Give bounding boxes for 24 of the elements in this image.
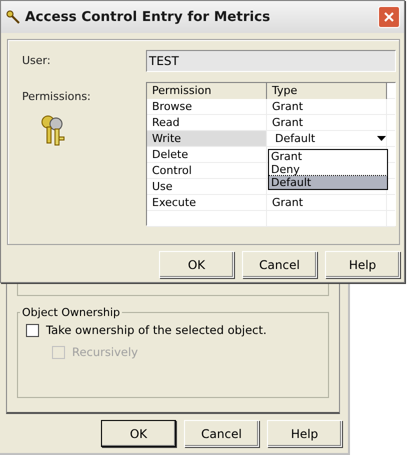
window-title: Access Control Entry for Metrics bbox=[25, 9, 272, 25]
table-cell[interactable]: Browse bbox=[147, 99, 267, 114]
dialog-button[interactable]: OK bbox=[101, 420, 176, 447]
close-icon bbox=[383, 11, 395, 23]
table-cell[interactable]: Write bbox=[147, 131, 267, 146]
column-header[interactable]: Type bbox=[267, 83, 387, 100]
dialog-button[interactable]: Cancel bbox=[184, 420, 259, 447]
table-cell[interactable]: Grant bbox=[267, 99, 387, 114]
caret-icon bbox=[377, 136, 386, 142]
permissions-label: Permissions: bbox=[22, 89, 92, 103]
dialog-button[interactable]: Help bbox=[267, 420, 342, 447]
checkbox-label: Recursively bbox=[72, 345, 138, 359]
user-label: User: bbox=[22, 53, 52, 69]
type-combo[interactable]: Default bbox=[272, 131, 386, 146]
dropdown-option[interactable]: Default bbox=[269, 176, 387, 189]
user-field[interactable]: TEST bbox=[146, 50, 396, 72]
close-button[interactable] bbox=[378, 6, 400, 28]
column-header[interactable]: Permission bbox=[147, 83, 267, 100]
group-title: Object Ownership bbox=[21, 306, 121, 319]
checkbox-label: Take ownership of the selected object. bbox=[46, 323, 267, 337]
dialog-button[interactable]: Help bbox=[325, 251, 400, 278]
dialog-button[interactable]: OK bbox=[159, 251, 234, 278]
dialog-button[interactable]: Cancel bbox=[242, 251, 317, 278]
checkbox[interactable] bbox=[26, 324, 39, 336]
